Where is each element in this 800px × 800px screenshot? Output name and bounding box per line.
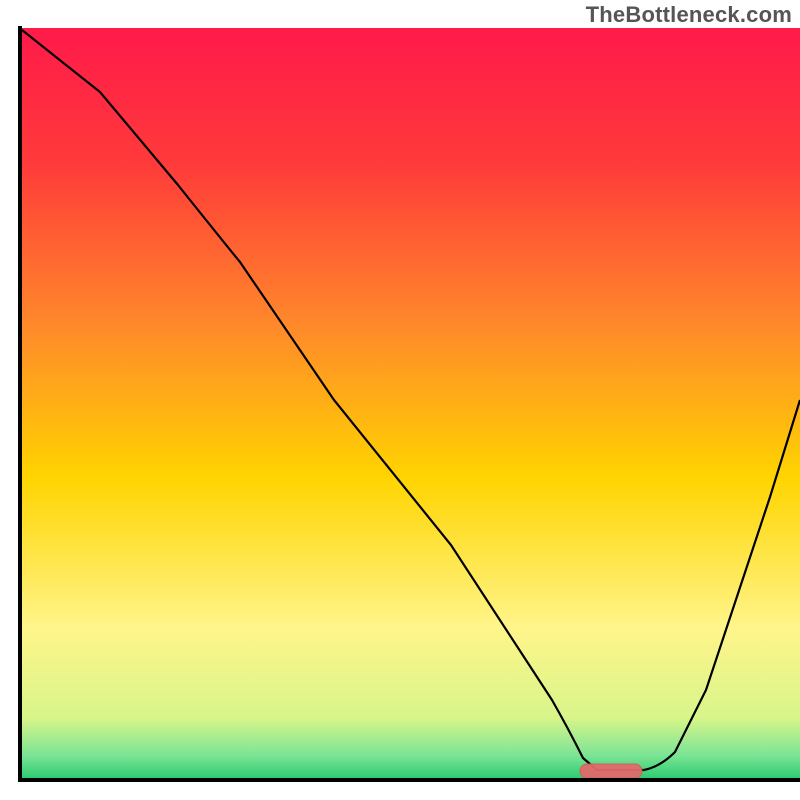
bottleneck-chart xyxy=(0,0,800,800)
watermark-label: TheBottleneck.com xyxy=(586,2,792,28)
chart-stage: { "watermark": "TheBottleneck.com", "col… xyxy=(0,0,800,800)
plot-background xyxy=(22,28,800,778)
sweet-spot-marker xyxy=(580,764,642,778)
